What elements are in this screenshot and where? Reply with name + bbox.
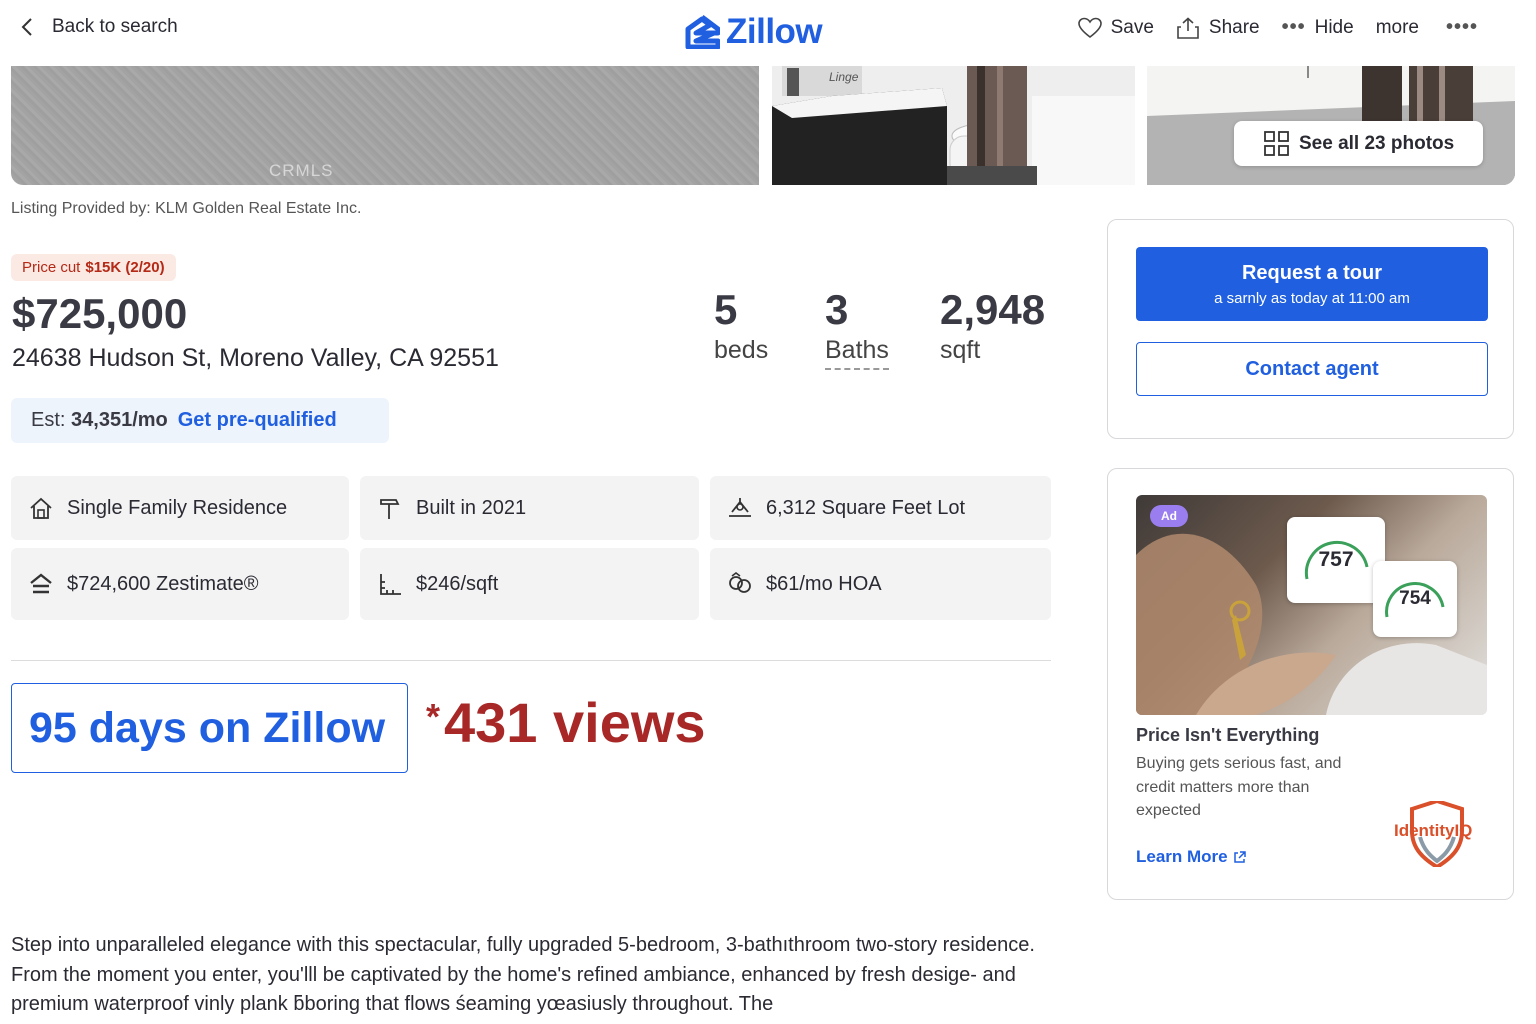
main-photo[interactable]: CRMLS	[11, 66, 759, 185]
beds-value: 5	[714, 286, 738, 333]
svg-text:Linge: Linge	[829, 70, 859, 84]
listing-description: Step into unparalleled elegance with thi…	[11, 934, 1035, 1015]
listing-price: $725,000	[12, 290, 188, 337]
heart-icon	[1077, 17, 1102, 38]
fact-label: Single Family Residence	[67, 496, 288, 519]
listing-provider: Listing Provided by: KLM Golden Real Est…	[11, 200, 362, 217]
bathroom-photo[interactable]: Linge	[772, 66, 1135, 185]
beds-stat: 5 beds	[714, 286, 768, 365]
back-to-search-link[interactable]: Back to search	[18, 16, 178, 38]
baths-stat[interactable]: 3 Baths	[825, 286, 889, 370]
lot-icon	[729, 498, 751, 517]
fact-label: 6,312 Square Feet Lot	[766, 496, 966, 519]
fact-zestimate[interactable]: $724,600 Zestimate®	[11, 548, 349, 620]
chevron-left-icon	[21, 18, 32, 36]
share-button[interactable]: Share	[1176, 17, 1260, 39]
share-icon	[1177, 16, 1199, 39]
baths-label[interactable]: Baths	[825, 336, 889, 370]
zillow-logo[interactable]: Zillow	[684, 12, 823, 52]
zillow-logo-icon	[685, 15, 720, 49]
logo-text: Zillow	[726, 12, 823, 51]
see-all-label: See all 23 photos	[1299, 132, 1455, 154]
price-cut-value: $15K (2/20)	[85, 259, 165, 276]
est-payment-text: Est: 34,351/mo	[31, 409, 168, 432]
baths-value: 3	[825, 286, 849, 333]
identityiq-wordmark: IdentityIQ	[1394, 821, 1473, 840]
days-on-zillow: 95 days on Zillow	[11, 683, 408, 773]
fact-lot-size: 6,312 Square Feet Lot	[710, 476, 1051, 540]
fact-home-type: Single Family Residence	[11, 476, 349, 540]
external-link-icon	[1233, 850, 1246, 863]
header-actions: Save Share ••• Hide more ••••	[1077, 16, 1478, 39]
price-cut-label: Price cut	[22, 259, 81, 276]
sqft-stat: 2,948 sqft	[940, 286, 1045, 365]
section-divider	[11, 660, 1051, 661]
photo-watermark: CRMLS	[269, 161, 334, 180]
fact-hoa: $61/mo HOA	[710, 548, 1051, 620]
ad-body: Buying gets serious fast, and credit mat…	[1136, 755, 1342, 819]
credit-score-card-1: 757	[1287, 517, 1385, 603]
learn-more-label: Learn More	[1136, 847, 1228, 866]
more-button[interactable]: more ••••	[1376, 16, 1478, 39]
top-bar: Back to search Zillow Save Share ••• Hid…	[0, 0, 1536, 60]
back-label: Back to search	[52, 16, 178, 37]
learn-more-link[interactable]: Learn More	[1136, 847, 1246, 867]
bathroom-image: Linge	[772, 66, 1135, 185]
ad-tag: Ad	[1150, 505, 1188, 527]
score-2-value: 754	[1399, 588, 1431, 609]
hoa-icon	[729, 572, 751, 593]
identityiq-logo: IdentityIQ	[1394, 798, 1480, 870]
credit-score-card-2: 754	[1373, 561, 1457, 637]
fact-year-built: Built in 2021	[360, 476, 699, 540]
est-value: 34,351/mo	[71, 409, 168, 431]
fact-price-per-sqft: $246/sqft	[360, 548, 699, 620]
zestimate-icon	[30, 573, 52, 594]
more-label: more	[1375, 16, 1419, 38]
contact-agent-button[interactable]: Contact agent	[1136, 342, 1488, 396]
score-1-value: 757	[1318, 548, 1354, 571]
share-label: Share	[1208, 16, 1260, 38]
views-count: * 431 views	[426, 690, 706, 755]
house-icon	[30, 497, 52, 519]
save-label: Save	[1110, 16, 1154, 38]
grid-icon	[1264, 131, 1289, 156]
beds-label: beds	[714, 336, 769, 364]
hammer-icon	[380, 499, 400, 519]
save-button[interactable]: Save	[1077, 16, 1154, 39]
est-label: Est:	[31, 409, 66, 431]
fact-label: $724,600 Zestimate®	[67, 572, 259, 595]
get-prequalified-link[interactable]: Get pre-qualified	[178, 409, 337, 432]
see-all-photos-button[interactable]: See all 23 photos	[1234, 121, 1483, 166]
fact-label: $61/mo HOA	[766, 572, 882, 595]
listing-address: 24638 Hudson St, Moreno Valley, CA 92551	[12, 344, 499, 372]
request-tour-button[interactable]: Request a tour a sarnly as today at 11:0…	[1136, 247, 1488, 321]
estimated-payment: Est: 34,351/mo Get pre-qualified	[11, 398, 389, 443]
ad-title: Price Isn't Everything	[1136, 725, 1320, 745]
request-tour-subtext: a sarnly as today at 11:00 am	[1214, 290, 1410, 307]
views-label: 431 views	[444, 691, 706, 754]
fact-label: $246/sqft	[416, 572, 499, 595]
ruler-icon	[380, 574, 401, 595]
fact-label: Built in 2021	[416, 496, 527, 519]
request-tour-label: Request a tour	[1241, 262, 1383, 284]
sqft-label: sqft	[940, 336, 981, 364]
overflow-dots-icon: ••••	[1445, 16, 1478, 38]
hide-label: Hide	[1314, 16, 1354, 38]
views-asterisk: *	[426, 696, 441, 737]
price-cut-badge: Price cut $15K (2/20)	[11, 254, 176, 281]
sqft-value: 2,948	[940, 286, 1046, 333]
more-dots-icon: •••	[1281, 16, 1306, 38]
hide-button[interactable]: ••• Hide	[1282, 16, 1354, 39]
